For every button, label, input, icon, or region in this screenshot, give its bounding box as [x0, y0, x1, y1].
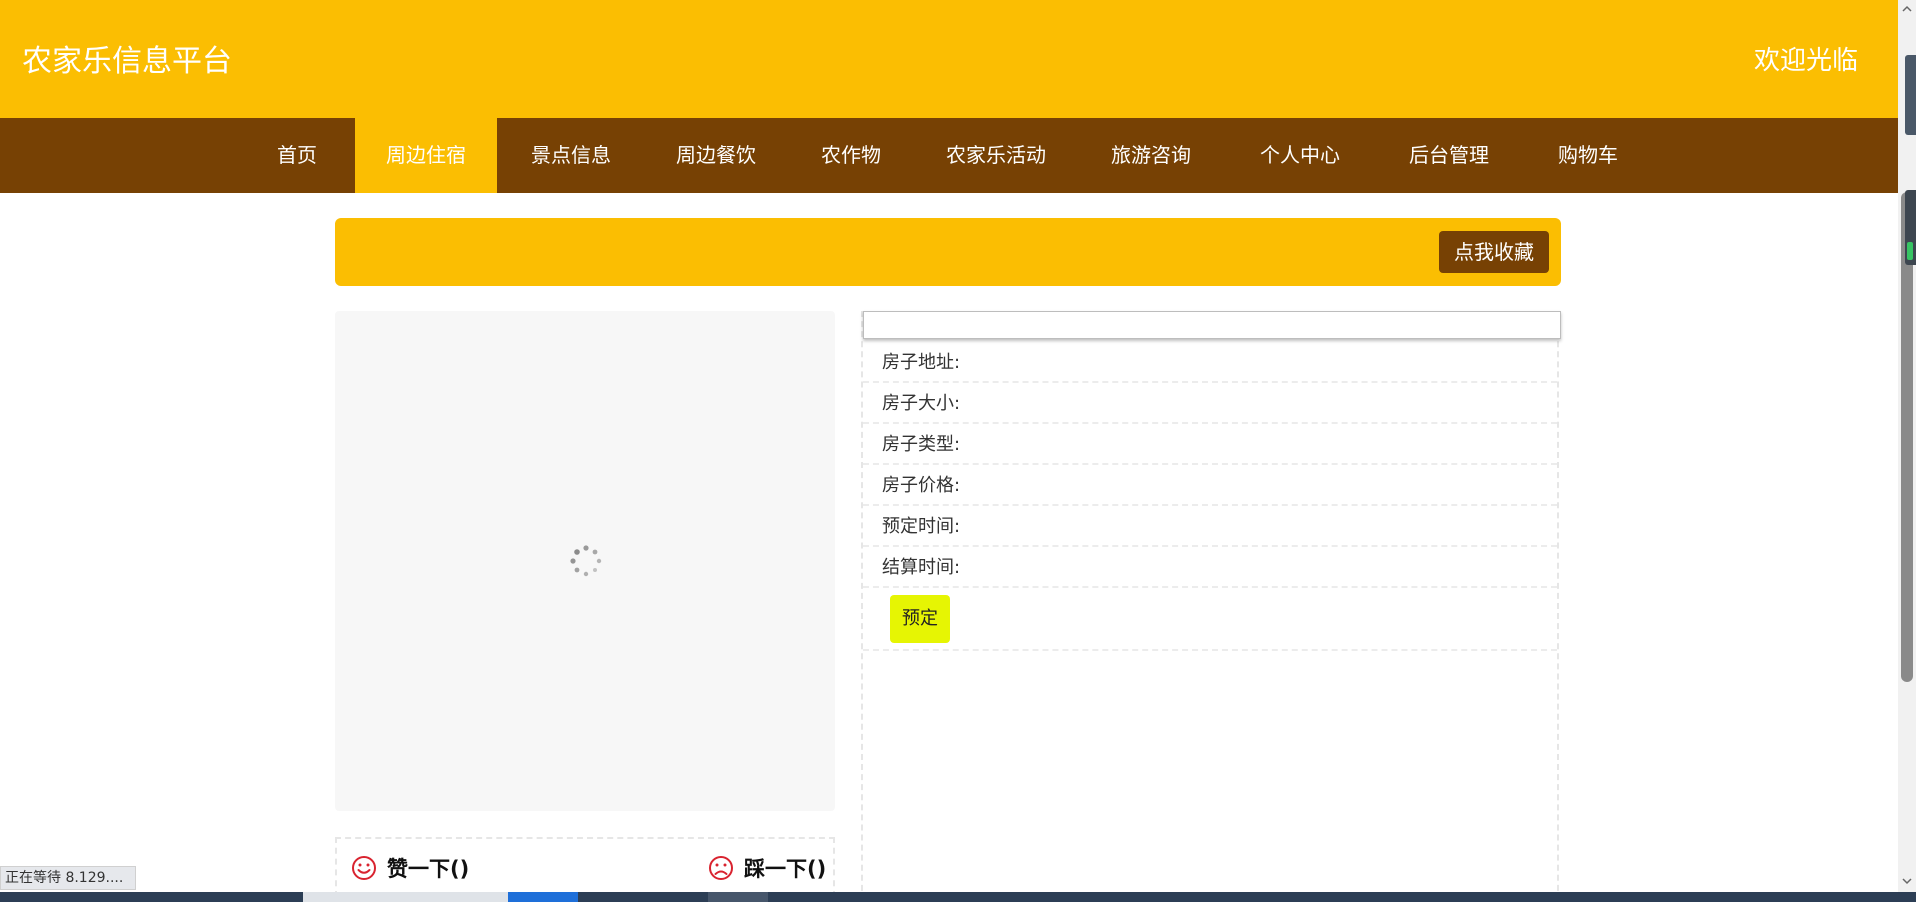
detail-label-booking-time: 预定时间:: [882, 516, 961, 537]
site-header: 农家乐信息平台 欢迎光临: [0, 0, 1898, 118]
nav-item-admin[interactable]: 后台管理: [1388, 118, 1510, 193]
favorite-button[interactable]: 点我收藏: [1439, 231, 1549, 273]
nav-item-crops[interactable]: 农作物: [800, 118, 902, 193]
lodging-name-field: [863, 311, 1561, 339]
taskbar-item-active[interactable]: [508, 892, 578, 902]
main-nav: 首页 周边住宿 景点信息 周边餐饮 农作物 农家乐活动 旅游咨询 个人中心 后台…: [0, 118, 1898, 193]
browser-viewport: 农家乐信息平台 欢迎光临 首页 周边住宿 景点信息 周边餐饮 农作物 农家乐活动…: [0, 0, 1916, 902]
lodging-image: [335, 311, 835, 811]
browser-status-bar: 正在等待 8.129....: [0, 866, 137, 890]
nav-item-home[interactable]: 首页: [247, 118, 347, 193]
booking-row: 预定: [863, 586, 1557, 651]
detail-row-checkout-time: 结算时间:: [863, 547, 1557, 588]
spinner-icon: [570, 545, 602, 577]
detail-label-size: 房子大小:: [882, 393, 961, 414]
detail-row-type: 房子类型:: [863, 424, 1557, 465]
detail-label-price: 房子价格:: [882, 475, 961, 496]
welcome-text: 欢迎光临: [1753, 46, 1858, 76]
vote-bar: 赞一下() 踩一下(): [335, 837, 835, 892]
battery-indicator-icon: [1907, 242, 1913, 260]
nav-item-travel-consult[interactable]: 旅游咨询: [1090, 118, 1212, 193]
page-content: 农家乐信息平台 欢迎光临 首页 周边住宿 景点信息 周边餐饮 农作物 农家乐活动…: [0, 0, 1898, 892]
detail-label-checkout-time: 结算时间:: [882, 557, 961, 578]
detail-row-size: 房子大小:: [863, 383, 1557, 424]
lodging-details-panel: 房子地址: 房子大小: 房子类型: 房子价格: 预定时间: 结算时间: 预定: [861, 311, 1561, 892]
dislike-button[interactable]: 踩一下(): [708, 853, 826, 883]
nav-item-user-center[interactable]: 个人中心: [1239, 118, 1361, 193]
like-button[interactable]: 赞一下(): [351, 853, 469, 883]
taskbar-item[interactable]: [708, 892, 768, 902]
nav-item-activities[interactable]: 农家乐活动: [925, 118, 1067, 193]
os-taskbar: [0, 892, 1916, 902]
favorite-bar: 点我收藏: [335, 218, 1561, 286]
smile-icon: [352, 856, 376, 880]
scroll-up-icon[interactable]: [1902, 4, 1912, 14]
scroll-thumb[interactable]: [1901, 192, 1913, 682]
like-label: 赞一下(): [387, 857, 470, 881]
site-title[interactable]: 农家乐信息平台: [22, 36, 232, 80]
taskbar-item[interactable]: [303, 892, 508, 902]
detail-row-address: 房子地址:: [863, 342, 1557, 383]
nav-item-cart[interactable]: 购物车: [1538, 118, 1638, 193]
frown-icon: [709, 856, 733, 880]
side-panel-tab[interactable]: [1905, 55, 1916, 135]
detail-row-price: 房子价格:: [863, 465, 1557, 506]
nav-item-attractions[interactable]: 景点信息: [510, 118, 632, 193]
detail-label-address: 房子地址:: [882, 352, 961, 373]
detail-row-booking-time: 预定时间:: [863, 506, 1557, 547]
nav-item-lodging[interactable]: 周边住宿: [355, 118, 497, 193]
dislike-label: 踩一下(): [744, 857, 827, 881]
scroll-down-icon[interactable]: [1902, 876, 1912, 886]
detail-label-type: 房子类型:: [882, 434, 961, 455]
book-button[interactable]: 预定: [890, 595, 950, 643]
nav-item-dining[interactable]: 周边餐饮: [655, 118, 777, 193]
